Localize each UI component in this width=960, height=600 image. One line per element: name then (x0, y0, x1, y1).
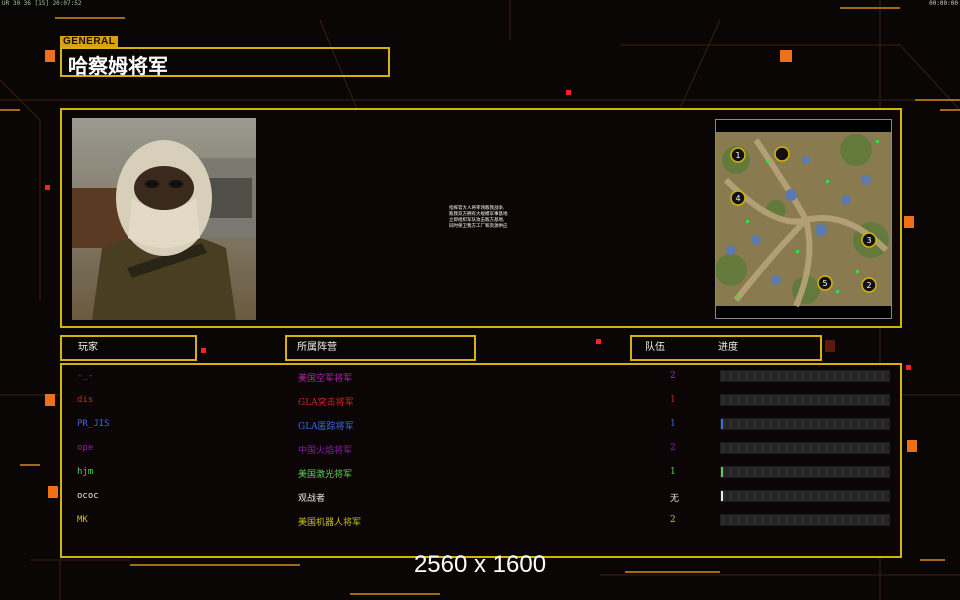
table-row: ope 中国火焰将军 2 (62, 439, 902, 463)
player-team: 无 (670, 494, 680, 504)
minimap-label-3: 3 (866, 236, 871, 245)
load-progress-fill (721, 491, 723, 501)
mission-briefing: 指挥官大人将率领敌我战争, 敌我双方拥有大规模军事基地 立即组织军队攻击敌方基地… (449, 206, 527, 230)
general-tag: GENERAL (60, 36, 119, 47)
player-table: -_- 美国空军将军 2 dis GLA突击将军 1 PR_JIS GLA匿踪将… (60, 363, 902, 558)
table-row: hjm 美国激光将军 1 (62, 463, 902, 487)
player-team: 1 (670, 467, 676, 477)
load-progress-fill (721, 467, 723, 477)
player-team: 2 (670, 443, 676, 453)
header-player: 玩家 (78, 342, 98, 353)
load-progress-bar (720, 490, 890, 502)
player-name: -_- (77, 371, 94, 381)
clock-readout: 00:00:00 (929, 0, 958, 7)
load-progress-bar (720, 370, 890, 382)
minimap: 1 4 3 5 2 (715, 119, 892, 319)
player-faction: 观战者 (298, 494, 326, 504)
load-progress-bar (720, 466, 890, 478)
player-faction: GLA匿踪将军 (298, 422, 354, 432)
minimap-label-4: 4 (735, 194, 740, 203)
player-faction: 中国火焰将军 (298, 446, 353, 456)
header-team-progress-box: 队伍 进度 (630, 335, 822, 361)
player-team: 1 (670, 419, 676, 429)
general-name: 哈察姆将军 (68, 54, 168, 78)
player-faction: 美国机器人将军 (298, 518, 362, 528)
table-row: MK 美国机器人将军 2 (62, 511, 902, 535)
load-progress-bar (720, 418, 890, 430)
player-faction: GLA突击将军 (298, 398, 354, 408)
resolution-label: 2560 x 1600 (413, 551, 547, 578)
player-faction: 美国激光将军 (298, 470, 353, 480)
player-name: ope (77, 443, 94, 453)
header-progress: 进度 (718, 342, 738, 353)
start-marker-empty (774, 146, 790, 162)
briefing-line: 同时保卫我方工厂和资源供应 (449, 224, 508, 229)
general-portrait (72, 118, 256, 320)
player-name: PR_JIS (77, 419, 110, 429)
minimap-label-1: 1 (735, 151, 740, 160)
fps-readout: UR 30 36 [15] 20:07:52 (2, 0, 82, 7)
player-team: 2 (670, 371, 676, 381)
player-faction: 美国空军将军 (298, 374, 353, 384)
load-progress-bar (720, 442, 890, 454)
player-team: 1 (670, 395, 676, 405)
header-player-box: 玩家 (60, 335, 197, 361)
player-name: ococ (77, 491, 99, 501)
load-progress-fill (721, 419, 723, 429)
minimap-label-2: 2 (866, 281, 871, 290)
general-name-box: 哈察姆将军 (60, 47, 390, 78)
player-name: dis (77, 395, 94, 405)
table-row: PR_JIS GLA匿踪将军 1 (62, 415, 902, 439)
header-team: 队伍 (645, 342, 665, 353)
load-progress-bar (720, 514, 890, 526)
player-name: hjm (77, 467, 94, 477)
table-row: -_- 美国空军将军 2 (62, 367, 902, 391)
player-name: MK (77, 515, 88, 525)
header-faction-box: 所属阵营 (285, 335, 476, 361)
table-row: dis GLA突击将军 1 (62, 391, 902, 415)
header-faction: 所属阵营 (297, 342, 337, 353)
player-team: 2 (670, 515, 676, 525)
table-row: ococ 观战者 无 (62, 487, 902, 511)
minimap-label-5: 5 (822, 279, 827, 288)
load-progress-bar (720, 394, 890, 406)
